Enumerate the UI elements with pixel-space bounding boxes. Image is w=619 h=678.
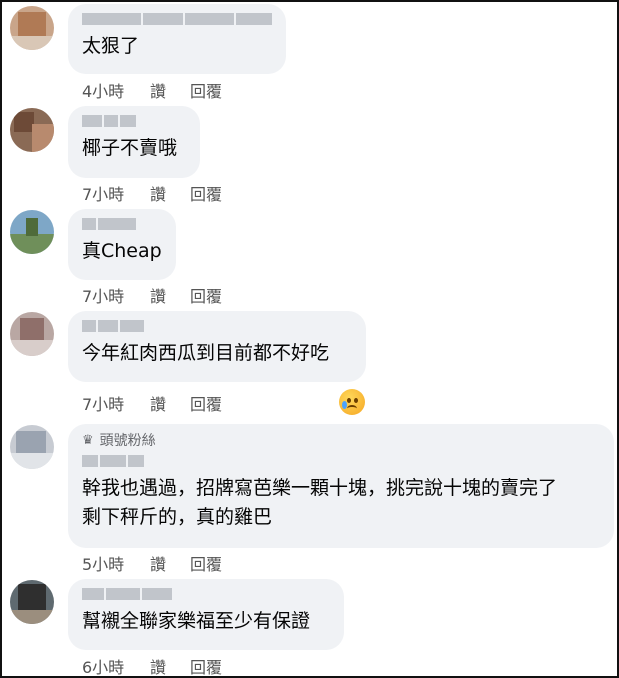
like-button[interactable]: 讚 bbox=[150, 283, 190, 307]
comment-actions: 6小時 讚 回覆 bbox=[82, 654, 250, 678]
commenter-name-blurred[interactable] bbox=[82, 217, 162, 231]
comment-text: 太狠了 bbox=[82, 35, 140, 57]
comment-bubble: 幫襯全聯家樂福至少有保證 bbox=[68, 579, 344, 650]
comment-time[interactable]: 7小時 bbox=[82, 181, 150, 205]
comment-text: 真Cheap bbox=[82, 240, 162, 262]
commenter-name-blurred[interactable] bbox=[82, 454, 600, 468]
avatar[interactable] bbox=[10, 312, 54, 356]
commenter-name-blurred[interactable] bbox=[82, 12, 272, 26]
comment-actions: 7小時 讚 回覆 bbox=[82, 283, 250, 307]
avatar[interactable] bbox=[10, 6, 54, 50]
comment-actions: 5小時 讚 回覆 bbox=[82, 551, 250, 575]
top-fan-icon: ♛ bbox=[82, 432, 94, 448]
comment-bubble: 椰子不賣哦 bbox=[68, 106, 200, 178]
crying-face-emoji-icon[interactable] bbox=[339, 389, 365, 415]
comment-actions: 7小時 讚 回覆 bbox=[82, 391, 250, 415]
comment-actions: 7小時 讚 回覆 bbox=[82, 181, 250, 205]
comment-bubble: 真Cheap bbox=[68, 209, 176, 280]
reply-button[interactable]: 回覆 bbox=[190, 654, 250, 678]
reply-button[interactable]: 回覆 bbox=[190, 78, 250, 102]
comment-time[interactable]: 7小時 bbox=[82, 283, 150, 307]
top-fan-badge: ♛ 頭號粉絲 bbox=[82, 432, 600, 450]
like-button[interactable]: 讚 bbox=[150, 654, 190, 678]
like-button[interactable]: 讚 bbox=[150, 181, 190, 205]
avatar[interactable] bbox=[10, 108, 54, 152]
comment-time[interactable]: 4小時 bbox=[82, 78, 150, 102]
reply-button[interactable]: 回覆 bbox=[190, 551, 250, 575]
comment-time[interactable]: 5小時 bbox=[82, 551, 150, 575]
comment-time[interactable]: 6小時 bbox=[82, 654, 150, 678]
comment-time[interactable]: 7小時 bbox=[82, 391, 150, 415]
commenter-name-blurred[interactable] bbox=[82, 587, 330, 601]
comment-bubble: 太狠了 bbox=[68, 4, 286, 74]
comment-text: 今年紅肉西瓜到目前都不好吃 bbox=[82, 342, 330, 364]
comment-bubble: ♛ 頭號粉絲 幹我也遇過，招牌寫芭樂一顆十塊，挑完說十塊的賣完了 剩下秤斤的，真… bbox=[68, 424, 614, 548]
reply-button[interactable]: 回覆 bbox=[190, 283, 250, 307]
comment-bubble: 今年紅肉西瓜到目前都不好吃 bbox=[68, 311, 366, 382]
avatar[interactable] bbox=[10, 210, 54, 254]
like-button[interactable]: 讚 bbox=[150, 391, 190, 415]
comment-text: 幫襯全聯家樂福至少有保證 bbox=[82, 610, 311, 632]
like-button[interactable]: 讚 bbox=[150, 551, 190, 575]
commenter-name-blurred[interactable] bbox=[82, 114, 186, 128]
comment-text: 幹我也遇過，招牌寫芭樂一顆十塊，挑完說十塊的賣完了 剩下秤斤的，真的雞巴 bbox=[82, 477, 558, 528]
top-fan-label: 頭號粉絲 bbox=[99, 433, 156, 449]
commenter-name-blurred[interactable] bbox=[82, 319, 352, 333]
comment-text: 椰子不賣哦 bbox=[82, 137, 178, 159]
reply-button[interactable]: 回覆 bbox=[190, 181, 250, 205]
comment-actions: 4小時 讚 回覆 bbox=[82, 78, 250, 102]
like-button[interactable]: 讚 bbox=[150, 78, 190, 102]
reply-button[interactable]: 回覆 bbox=[190, 391, 250, 415]
avatar[interactable] bbox=[10, 580, 54, 624]
avatar[interactable] bbox=[10, 425, 54, 469]
